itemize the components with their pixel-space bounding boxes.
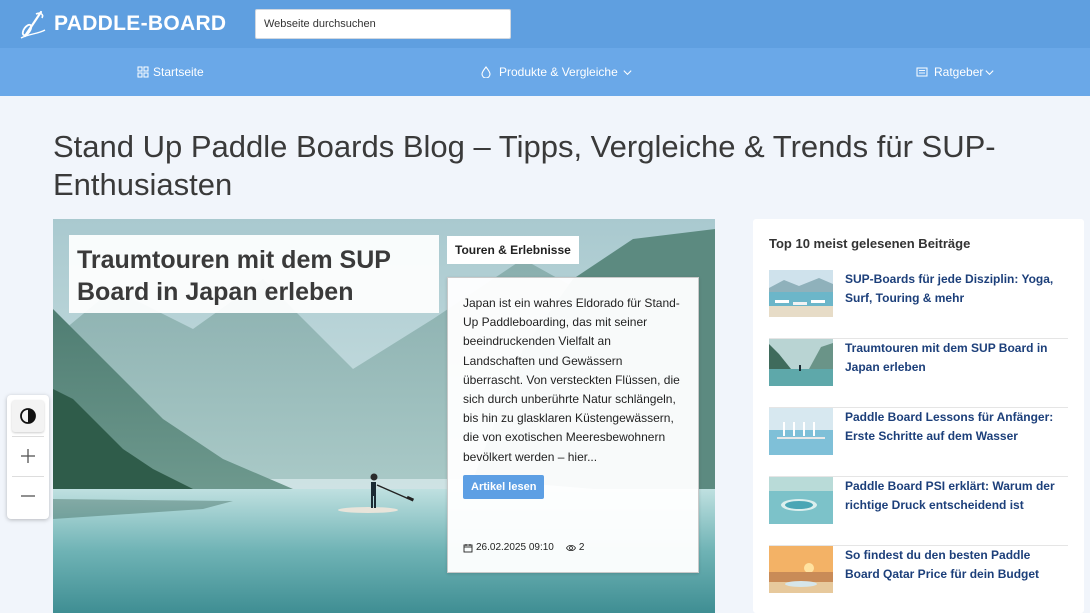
post-title[interactable]: So findest du den besten Paddle Board Qa… (845, 546, 1068, 584)
search-input[interactable] (255, 9, 511, 39)
nav-label-startseite: Startseite (153, 65, 204, 79)
logo-text: PADDLE-BOARD (54, 12, 227, 35)
calendar-icon (463, 543, 473, 552)
drop-icon (481, 66, 491, 78)
nav-label-produkte: Produkte & Vergleiche (499, 65, 618, 79)
post-title[interactable]: Paddle Board PSI erklärt: Warum der rich… (845, 477, 1068, 515)
eye-icon (565, 544, 576, 551)
hero-title[interactable]: Traumtouren mit dem SUP Board in Japan e… (77, 244, 431, 308)
grid-icon (137, 66, 149, 78)
post-thumbnail (769, 270, 833, 317)
post-title[interactable]: Traumtouren mit dem SUP Board in Japan e… (845, 339, 1068, 377)
paddle-logo-icon (20, 10, 46, 39)
excerpt-text: Japan ist ein wahres Eldorado für Stand-… (463, 296, 680, 464)
list-item[interactable]: Traumtouren mit dem SUP Board in Japan e… (769, 339, 1068, 408)
featured-article[interactable]: Traumtouren mit dem SUP Board in Japan e… (53, 219, 715, 613)
main-navigation: Startseite Produkte & Vergleiche Ratgebe… (0, 48, 1090, 96)
widget-divider (12, 436, 44, 437)
nav-item-ratgeber[interactable]: Ratgeber (916, 48, 995, 96)
minus-icon (21, 495, 35, 497)
post-thumbnail (769, 339, 833, 386)
contrast-button[interactable] (12, 400, 44, 432)
list-item[interactable]: Paddle Board Lessons für Anfänger: Erste… (769, 408, 1068, 477)
post-thumbnail (769, 546, 833, 593)
sidebar-title: Top 10 meist gelesenen Beiträge (769, 236, 971, 251)
nav-item-produkte[interactable]: Produkte & Vergleiche (480, 48, 633, 96)
excerpt-card: Japan ist ein wahres Eldorado für Stand-… (447, 277, 699, 573)
post-thumbnail (769, 408, 833, 455)
post-title[interactable]: Paddle Board Lessons für Anfänger: Erste… (845, 408, 1068, 446)
site-logo[interactable]: PADDLE-BOARD (18, 8, 226, 40)
list-item[interactable]: Paddle Board PSI erklärt: Warum der rich… (769, 477, 1068, 546)
contrast-icon (20, 408, 36, 424)
site-header: PADDLE-BOARD (0, 0, 1090, 48)
plus-icon (21, 449, 35, 463)
post-title[interactable]: SUP-Boards für jede Disziplin: Yoga, Sur… (845, 270, 1068, 308)
zoom-out-button[interactable] (12, 480, 44, 512)
read-article-button[interactable]: Artikel lesen (463, 474, 545, 499)
page-title: Stand Up Paddle Boards Blog – Tipps, Ver… (53, 129, 996, 202)
widget-divider (12, 476, 44, 477)
list-item[interactable]: SUP-Boards für jede Disziplin: Yoga, Sur… (769, 270, 1068, 339)
list-icon (916, 67, 928, 77)
article-meta: 26.02.2025 09:10 2 (463, 542, 584, 553)
zoom-in-button[interactable] (12, 440, 44, 472)
list-item[interactable]: So findest du den besten Paddle Board Qa… (769, 546, 1068, 613)
article-views: 2 (578, 542, 585, 553)
sidebar-top-posts: Top 10 meist gelesenen Beiträge SUP-Boar… (753, 219, 1084, 613)
post-thumbnail (769, 477, 833, 524)
article-date: 26.02.2025 09:10 (476, 542, 554, 553)
category-badge[interactable]: Touren & Erlebnisse (447, 236, 579, 264)
nav-item-startseite[interactable]: Startseite (137, 48, 204, 96)
hero-title-box: Traumtouren mit dem SUP Board in Japan e… (69, 235, 439, 313)
nav-label-ratgeber: Ratgeber (934, 65, 984, 79)
chevron-down-icon (623, 69, 632, 75)
chevron-down-icon (985, 69, 994, 75)
accessibility-widget (7, 395, 49, 519)
